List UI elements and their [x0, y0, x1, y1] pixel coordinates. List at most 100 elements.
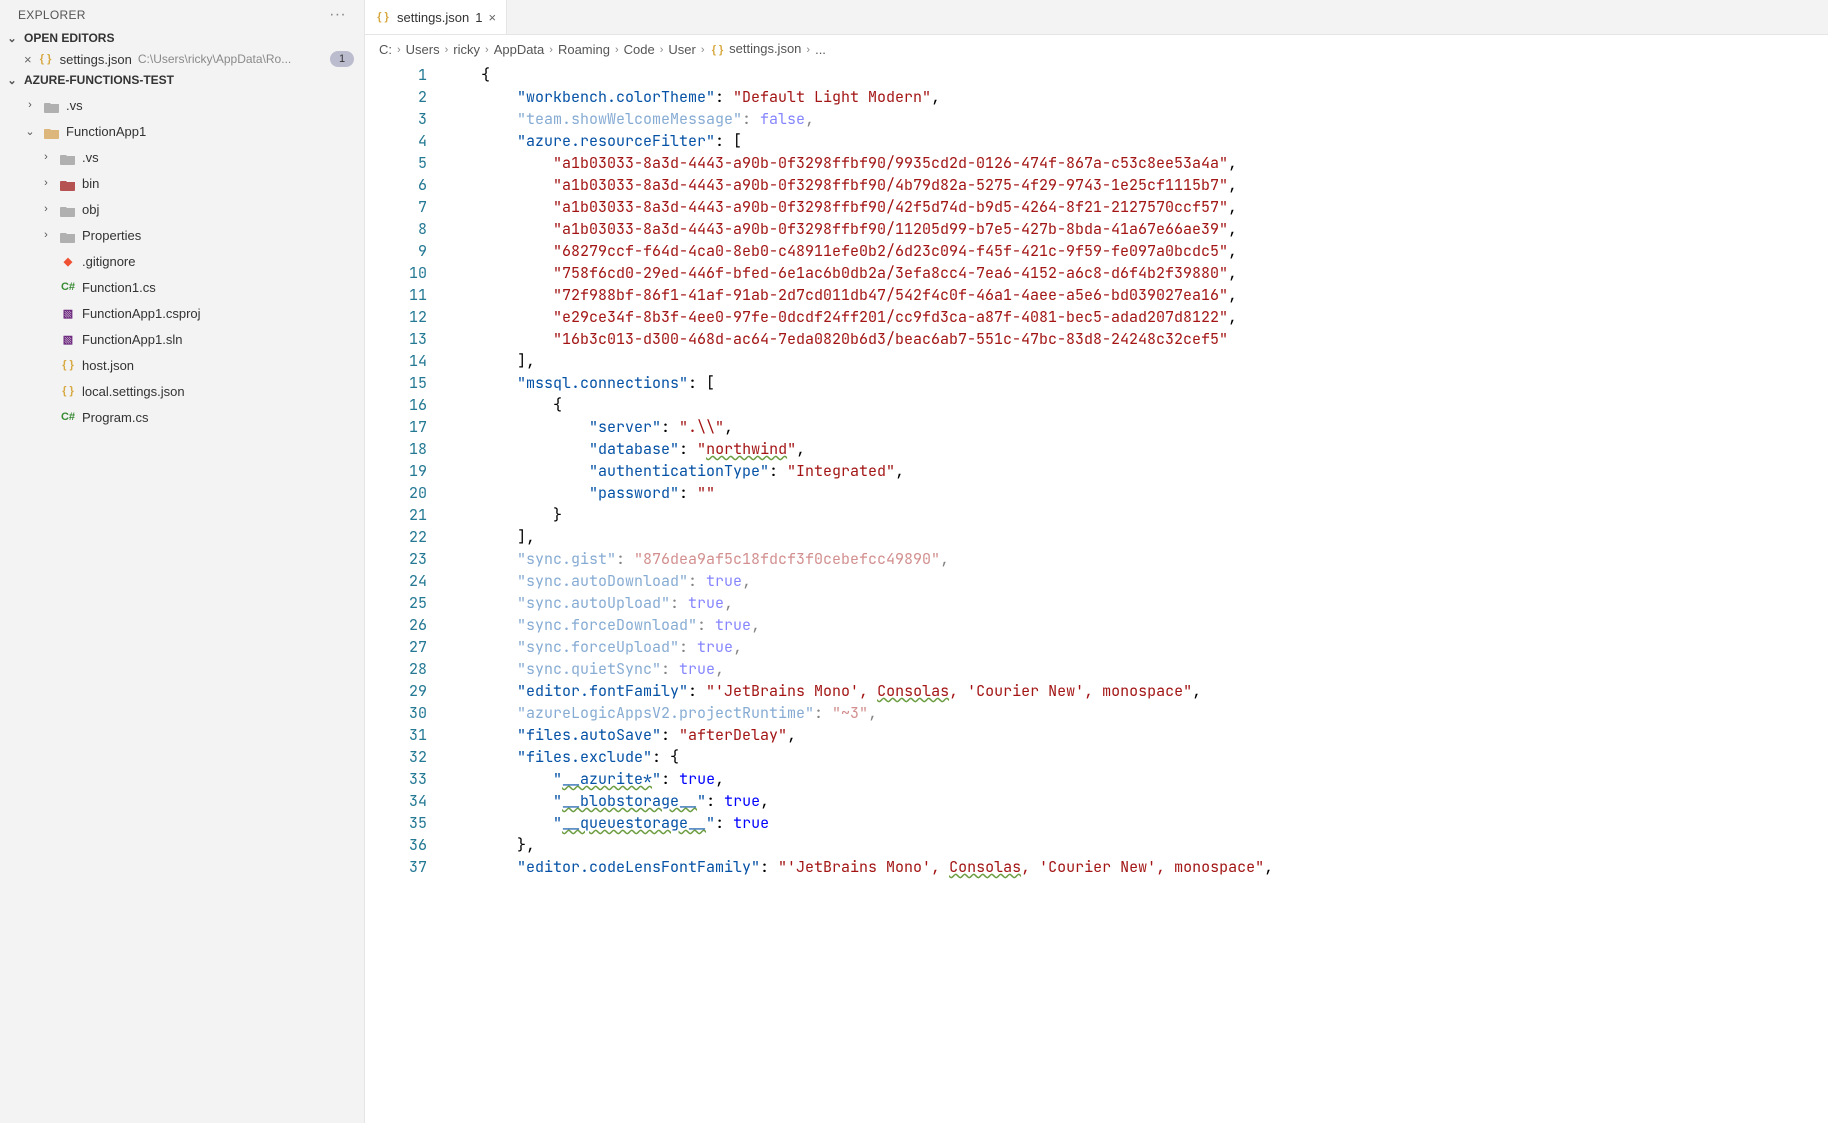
code-line[interactable]: "72f988bf-86f1-41af-91ab-2d7cd011db47/54…: [445, 284, 1828, 306]
breadcrumb-item[interactable]: { } settings.json: [710, 41, 802, 58]
chevron-right-icon: ›: [546, 44, 556, 56]
tree-item-label: .gitignore: [82, 254, 135, 269]
json-icon: { }: [375, 9, 391, 25]
tree-item-label: bin: [82, 176, 99, 191]
explorer-sidebar: EXPLORER ··· ⌄ OPEN EDITORS × { } settin…: [0, 0, 365, 1123]
line-number: 19: [365, 460, 427, 482]
code-line[interactable]: "a1b03033-8a3d-4443-a90b-0f3298ffbf90/4b…: [445, 174, 1828, 196]
code-line[interactable]: ],: [445, 526, 1828, 548]
breadcrumb-item[interactable]: ricky: [453, 42, 480, 57]
tree-item-label: Properties: [82, 228, 141, 243]
chevron-icon: ›: [38, 203, 54, 215]
code-line[interactable]: "editor.codeLensFontFamily": "'JetBrains…: [445, 856, 1828, 878]
project-label: AZURE-FUNCTIONS-TEST: [24, 73, 174, 87]
file-item[interactable]: ◆.gitignore: [0, 248, 364, 274]
open-editor-path: C:\Users\ricky\AppData\Ro...: [138, 52, 291, 66]
code-line[interactable]: {: [445, 64, 1828, 86]
code-line[interactable]: "__queuestorage__": true: [445, 812, 1828, 834]
visualstudio-icon: ▧: [60, 331, 76, 347]
file-item[interactable]: C#Program.cs: [0, 404, 364, 430]
folder-icon: [60, 176, 76, 190]
code-line[interactable]: "files.autoSave": "afterDelay",: [445, 724, 1828, 746]
close-icon[interactable]: ×: [489, 10, 497, 25]
open-editors-header[interactable]: ⌄ OPEN EDITORS: [0, 28, 364, 48]
chevron-icon: ›: [38, 229, 54, 241]
code-line[interactable]: ],: [445, 350, 1828, 372]
code-line[interactable]: "758f6cd0-29ed-446f-bfed-6e1ac6b0db2a/3e…: [445, 262, 1828, 284]
breadcrumb-item[interactable]: C:: [379, 42, 392, 57]
code-line[interactable]: "sync.autoDownload": true,: [445, 570, 1828, 592]
line-number: 2: [365, 86, 427, 108]
visualstudio-icon: ▧: [60, 305, 76, 321]
explorer-title: EXPLORER: [18, 8, 86, 22]
close-icon[interactable]: ×: [24, 52, 32, 67]
code-line[interactable]: "azureLogicAppsV2.projectRuntime": "~3",: [445, 702, 1828, 724]
breadcrumb-item[interactable]: ...: [815, 42, 826, 57]
folder-item[interactable]: ›bin: [0, 170, 364, 196]
file-item[interactable]: ▧FunctionApp1.csproj: [0, 300, 364, 326]
folder-item[interactable]: ›obj: [0, 196, 364, 222]
code-line[interactable]: "editor.fontFamily": "'JetBrains Mono', …: [445, 680, 1828, 702]
chevron-right-icon: ›: [657, 44, 667, 56]
folder-item[interactable]: ⌄FunctionApp1: [0, 118, 364, 144]
project-header[interactable]: ⌄ AZURE-FUNCTIONS-TEST: [0, 70, 364, 90]
code-line[interactable]: "files.exclude": {: [445, 746, 1828, 768]
file-item[interactable]: ▧FunctionApp1.sln: [0, 326, 364, 352]
code-line[interactable]: }: [445, 504, 1828, 526]
code-line[interactable]: "68279ccf-f64d-4ca0-8eb0-c48911efe0b2/6d…: [445, 240, 1828, 262]
breadcrumb-item[interactable]: AppData: [494, 42, 545, 57]
folder-item[interactable]: ›.vs: [0, 144, 364, 170]
code-line[interactable]: "a1b03033-8a3d-4443-a90b-0f3298ffbf90/42…: [445, 196, 1828, 218]
tab-bar: { } settings.json 1 ×: [365, 0, 1828, 35]
line-number: 4: [365, 130, 427, 152]
code-line[interactable]: },: [445, 834, 1828, 856]
code-line[interactable]: "workbench.colorTheme": "Default Light M…: [445, 86, 1828, 108]
code-content[interactable]: { "workbench.colorTheme": "Default Light…: [445, 64, 1828, 1123]
breadcrumb-item[interactable]: Users: [406, 42, 440, 57]
tab-settings-json[interactable]: { } settings.json 1 ×: [365, 0, 507, 34]
code-line[interactable]: "server": ".\\",: [445, 416, 1828, 438]
line-number: 17: [365, 416, 427, 438]
breadcrumb-item[interactable]: Code: [624, 42, 655, 57]
folder-item[interactable]: › Properties: [0, 222, 364, 248]
open-editor-name: settings.json: [60, 52, 132, 67]
chevron-right-icon: ›: [482, 44, 492, 56]
code-line[interactable]: "database": "northwind",: [445, 438, 1828, 460]
line-number: 18: [365, 438, 427, 460]
code-line[interactable]: "sync.forceDownload": true,: [445, 614, 1828, 636]
code-line[interactable]: "mssql.connections": [: [445, 372, 1828, 394]
file-item[interactable]: C#Function1.cs: [0, 274, 364, 300]
line-number: 33: [365, 768, 427, 790]
breadcrumb[interactable]: C:›Users›ricky›AppData›Roaming›Code›User…: [365, 35, 1828, 64]
code-line[interactable]: {: [445, 394, 1828, 416]
code-line[interactable]: "team.showWelcomeMessage": false,: [445, 108, 1828, 130]
code-line[interactable]: "e29ce34f-8b3f-4ee0-97fe-0dcdf24ff201/cc…: [445, 306, 1828, 328]
file-item[interactable]: { }local.settings.json: [0, 378, 364, 404]
breadcrumb-item[interactable]: Roaming: [558, 42, 610, 57]
code-line[interactable]: "sync.autoUpload": true,: [445, 592, 1828, 614]
code-line[interactable]: "password": "": [445, 482, 1828, 504]
line-number: 12: [365, 306, 427, 328]
code-editor[interactable]: 1234567891011121314151617181920212223242…: [365, 64, 1828, 1123]
code-line[interactable]: "a1b03033-8a3d-4443-a90b-0f3298ffbf90/99…: [445, 152, 1828, 174]
code-line[interactable]: "16b3c013-d300-468d-ac64-7eda0820b6d3/be…: [445, 328, 1828, 350]
open-editor-item[interactable]: × { } settings.json C:\Users\ricky\AppDa…: [0, 48, 364, 70]
tree-item-label: .vs: [66, 98, 83, 113]
line-number: 27: [365, 636, 427, 658]
folder-icon: [60, 202, 76, 216]
file-item[interactable]: { }host.json: [0, 352, 364, 378]
code-line[interactable]: "__blobstorage__": true,: [445, 790, 1828, 812]
folder-item[interactable]: ›.vs: [0, 92, 364, 118]
code-line[interactable]: "a1b03033-8a3d-4443-a90b-0f3298ffbf90/11…: [445, 218, 1828, 240]
breadcrumb-item[interactable]: User: [668, 42, 695, 57]
code-line[interactable]: "authenticationType": "Integrated",: [445, 460, 1828, 482]
explorer-more-icon[interactable]: ···: [329, 6, 352, 24]
line-number: 24: [365, 570, 427, 592]
code-line[interactable]: "sync.quietSync": true,: [445, 658, 1828, 680]
code-line[interactable]: "azure.resourceFilter": [: [445, 130, 1828, 152]
code-line[interactable]: "__azurite*": true,: [445, 768, 1828, 790]
file-tree: ›.vs⌄FunctionApp1›.vs›bin›obj›Properties…: [0, 90, 364, 430]
line-number: 25: [365, 592, 427, 614]
code-line[interactable]: "sync.gist": "876dea9af5c18fdcf3f0cebefc…: [445, 548, 1828, 570]
code-line[interactable]: "sync.forceUpload": true,: [445, 636, 1828, 658]
